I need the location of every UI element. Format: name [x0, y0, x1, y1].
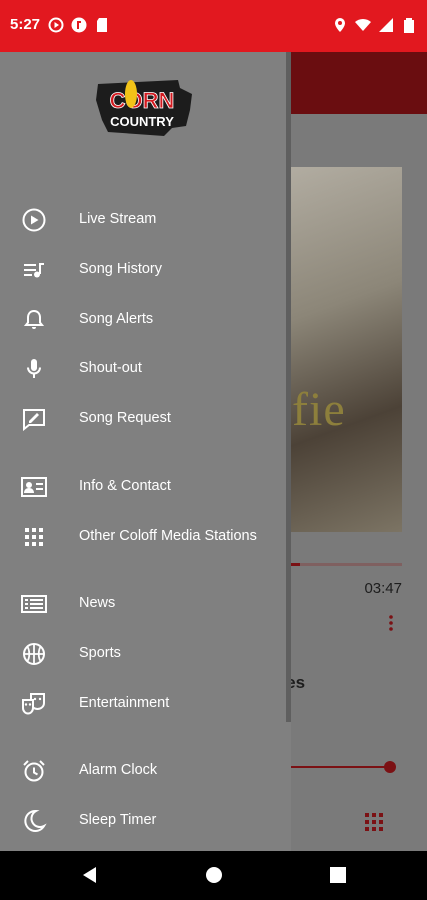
- recents-icon[interactable]: [328, 865, 348, 885]
- menu-item-live-stream[interactable]: Live Stream: [0, 196, 286, 244]
- menu-item-other-stations[interactable]: Other Coloff Media Stations: [0, 513, 286, 561]
- sd-card-icon: [97, 18, 107, 32]
- menu-item-label: Song Request: [79, 410, 171, 426]
- menu-item-shout-out[interactable]: Shout-out: [0, 345, 286, 393]
- request-icon: [23, 409, 45, 431]
- navigation-drawer: CORN COUNTRY Live Stream Song History So…: [0, 52, 291, 851]
- media-notification-icon: [48, 17, 64, 33]
- menu-item-song-alerts[interactable]: Song Alerts: [0, 296, 286, 344]
- cell-signal-icon: [379, 18, 393, 32]
- svg-text:COUNTRY: COUNTRY: [110, 114, 174, 129]
- menu-item-entertainment[interactable]: Entertainment: [0, 680, 286, 728]
- track-duration: 03:47: [364, 580, 402, 597]
- system-navigation-bar: [0, 851, 427, 900]
- bell-icon: [23, 309, 45, 329]
- home-icon[interactable]: [204, 865, 224, 885]
- menu-item-label: Info & Contact: [79, 478, 171, 494]
- svg-text:CORN: CORN: [110, 88, 175, 113]
- corn-country-logo: CORN COUNTRY: [96, 80, 192, 136]
- contact-card-icon: [21, 477, 47, 497]
- menu-item-news[interactable]: News: [0, 580, 286, 628]
- app-notification-icon: [71, 17, 87, 33]
- menu-item-label: Other Coloff Media Stations: [79, 528, 257, 544]
- menu-item-label: Alarm Clock: [79, 762, 158, 778]
- more-options-icon[interactable]: [388, 614, 394, 632]
- menu-item-label: Sleep Timer: [79, 812, 157, 828]
- menu-item-label: Song History: [79, 261, 163, 277]
- menu-item-alarm-clock[interactable]: Alarm Clock: [0, 747, 286, 795]
- location-icon: [335, 18, 345, 32]
- menu-item-sports[interactable]: Sports: [0, 630, 286, 678]
- playlist-icon: [24, 263, 44, 278]
- microphone-icon: [27, 359, 41, 378]
- apps-grid-icon: [25, 528, 43, 546]
- moon-icon: [24, 809, 47, 832]
- menu-item-label: Sports: [79, 645, 121, 661]
- menu-item-label: Live Stream: [79, 211, 157, 227]
- menu-item-label: Entertainment: [79, 695, 170, 711]
- menu-item-song-history[interactable]: Song History: [0, 246, 286, 294]
- volume-slider-knob[interactable]: [384, 761, 396, 773]
- alarm-clock-icon: [23, 760, 45, 782]
- status-bar: 5:27: [0, 0, 427, 52]
- battery-icon: [404, 18, 414, 33]
- basketball-icon: [23, 643, 45, 665]
- back-icon[interactable]: [80, 865, 100, 885]
- menu-item-sleep-timer[interactable]: Sleep Timer: [0, 797, 286, 845]
- menu-item-song-request[interactable]: Song Request: [0, 395, 286, 443]
- apps-grid-button-icon[interactable]: [365, 813, 383, 831]
- menu-item-label: Song Alerts: [79, 311, 154, 327]
- wifi-icon: [355, 18, 371, 31]
- play-circle-icon: [22, 208, 46, 232]
- status-time: 5:27: [10, 16, 41, 33]
- menu-item-label: News: [79, 595, 116, 611]
- newspaper-icon: [21, 595, 47, 613]
- drawer-scrollbar[interactable]: [286, 52, 291, 722]
- theater-masks-icon: [22, 693, 45, 715]
- album-art-text: fie: [292, 383, 346, 436]
- menu-item-info-contact[interactable]: Info & Contact: [0, 463, 286, 511]
- menu-item-label: Shout-out: [79, 360, 142, 376]
